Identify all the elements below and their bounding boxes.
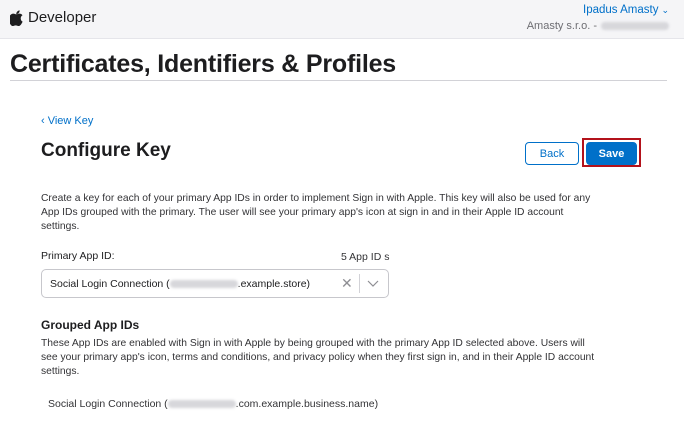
redacted-team-id	[169, 280, 238, 289]
clear-icon[interactable]: ✕	[341, 276, 353, 290]
redacted-team-id	[167, 400, 236, 409]
key-description: Create a key for each of your primary Ap…	[41, 193, 591, 232]
team-info: Amasty s.r.o. -	[527, 20, 669, 32]
account-name[interactable]: Ipadus Amasty ⌄	[527, 4, 669, 16]
page-title: Certificates, Identifiers & Profiles	[10, 50, 396, 78]
developer-home-link[interactable]: Developer	[10, 9, 96, 26]
top-navigation-bar: Developer Ipadus Amasty ⌄ Amasty s.r.o. -	[0, 0, 684, 39]
select-separator	[359, 274, 360, 293]
grouped-app-ids-title: Grouped App IDs	[41, 318, 140, 332]
primary-app-id-select[interactable]: Social Login Connection ( .example.store)…	[41, 269, 389, 298]
section-heading: Configure Key	[41, 140, 171, 161]
primary-app-id-label: Primary App ID:	[41, 250, 115, 262]
account-name-label: Ipadus Amasty	[583, 4, 659, 16]
primary-app-id-suffix: .example.store)	[237, 278, 311, 290]
app-id-count: 5 App ID s	[341, 251, 390, 263]
grouped-app-id-prefix: Social Login Connection (	[48, 398, 168, 410]
grouped-app-id-item: Social Login Connection ( .com.example.bu…	[48, 398, 378, 410]
redacted-team-id	[601, 22, 669, 30]
title-divider	[10, 80, 667, 81]
back-button[interactable]: Back	[525, 142, 579, 165]
save-button[interactable]: Save	[586, 142, 637, 165]
primary-app-id-value: Social Login Connection ( .example.store)	[50, 278, 310, 290]
chevron-down-icon: ⌄	[661, 5, 669, 15]
chevron-down-icon[interactable]	[367, 278, 379, 288]
grouped-app-ids-description: These App IDs are enabled with Sign in w…	[41, 338, 595, 377]
account-menu[interactable]: Ipadus Amasty ⌄ Amasty s.r.o. -	[527, 4, 669, 32]
primary-app-id-prefix: Social Login Connection (	[50, 278, 170, 290]
grouped-app-id-suffix: .com.example.business.name)	[235, 398, 379, 410]
brand-label: Developer	[28, 9, 97, 26]
team-name: Amasty s.r.o. -	[526, 20, 597, 32]
apple-logo-icon	[10, 9, 23, 26]
view-key-link[interactable]: ‹ View Key	[41, 115, 93, 127]
